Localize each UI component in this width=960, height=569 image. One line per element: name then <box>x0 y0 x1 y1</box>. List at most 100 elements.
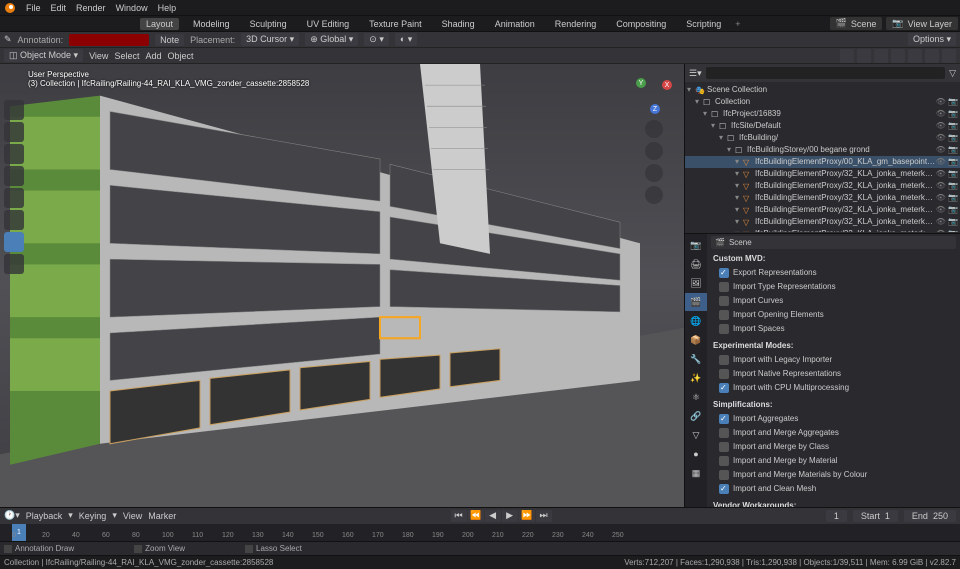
menu-view[interactable]: View <box>89 51 108 61</box>
checkbox-row[interactable]: Import and Merge Aggregates <box>711 426 956 440</box>
menu-help[interactable]: Help <box>158 3 177 13</box>
placement-select[interactable]: 3D Cursor ▾ <box>241 33 299 46</box>
prop-render-icon[interactable]: 📷 <box>685 236 707 254</box>
tree-row[interactable]: ▾▽IfcBuildingElementProxy/32_KLA_jonka_m… <box>685 204 960 216</box>
scene-header[interactable]: 🎬 Scene <box>711 236 956 249</box>
menu-render[interactable]: Render <box>76 3 106 13</box>
checkbox[interactable] <box>719 282 729 292</box>
checkbox-row[interactable]: Import and Clean Mesh <box>711 482 956 496</box>
checkbox[interactable] <box>719 414 729 424</box>
tool-cursor[interactable] <box>4 122 24 142</box>
outliner-tree[interactable]: ▾🎭Scene Collection▾☐Collection👁 📷▾☐IfcPr… <box>685 82 960 232</box>
tree-row[interactable]: ▾▽IfcBuildingElementProxy/32_KLA_jonka_m… <box>685 216 960 228</box>
tab-sculpting[interactable]: Sculpting <box>244 18 293 30</box>
tab-uv[interactable]: UV Editing <box>301 18 356 30</box>
prop-material-icon[interactable]: ● <box>685 445 707 463</box>
shading-matprev[interactable] <box>925 49 939 63</box>
checkbox[interactable] <box>719 456 729 466</box>
checkbox-row[interactable]: Export Representations <box>711 266 956 280</box>
prop-object-icon[interactable]: 📦 <box>685 331 707 349</box>
tool-move[interactable] <box>4 144 24 164</box>
menu-object[interactable]: Object <box>167 51 193 61</box>
tool-scale[interactable] <box>4 188 24 208</box>
annotation-color[interactable] <box>69 34 149 46</box>
tool-transform[interactable] <box>4 210 24 230</box>
keying-menu[interactable]: Keying <box>79 511 107 521</box>
shading-wire[interactable] <box>891 49 905 63</box>
mode-select[interactable]: ◫ Object Mode ▾ <box>4 49 83 62</box>
checkbox[interactable] <box>719 355 729 365</box>
outliner-search[interactable] <box>706 67 945 79</box>
xray-toggle[interactable] <box>874 49 888 63</box>
gizmo-toggle[interactable] <box>857 49 871 63</box>
prop-particle-icon[interactable]: ✨ <box>685 369 707 387</box>
checkbox[interactable] <box>719 484 729 494</box>
view-menu[interactable]: View <box>123 511 142 521</box>
tree-row[interactable]: ▾☐IfcBuilding/👁 📷 <box>685 132 960 144</box>
checkbox[interactable] <box>719 428 729 438</box>
menu-edit[interactable]: Edit <box>51 3 67 13</box>
tree-row[interactable]: ▾▽IfcBuildingElementProxy/32_KLA_jonka_m… <box>685 168 960 180</box>
options-button[interactable]: Options ▾ <box>908 33 956 46</box>
filter-icon[interactable]: ▽ <box>949 68 956 79</box>
keyframe-next-icon[interactable]: ⏩ <box>519 510 535 522</box>
checkbox[interactable] <box>719 310 729 320</box>
tree-row[interactable]: ▾☐Collection👁 📷 <box>685 96 960 108</box>
checkbox-row[interactable]: Import with Legacy Importer <box>711 353 956 367</box>
timeline-icon[interactable]: 🕐▾ <box>4 510 20 521</box>
checkbox-row[interactable]: Import with CPU Multiprocessing <box>711 381 956 395</box>
prop-texture-icon[interactable]: ▦ <box>685 464 707 482</box>
jump-start-icon[interactable]: ⏮ <box>451 510 467 522</box>
tree-row[interactable]: ▾☐IfcProject/16839👁 📷 <box>685 108 960 120</box>
3d-viewport[interactable]: User Perspective (3) Collection | IfcRai… <box>0 64 684 507</box>
menu-select[interactable]: Select <box>114 51 139 61</box>
checkbox-row[interactable]: Import Aggregates <box>711 412 956 426</box>
checkbox[interactable] <box>719 324 729 334</box>
prop-modifier-icon[interactable]: 🔧 <box>685 350 707 368</box>
tab-anim[interactable]: Animation <box>489 18 541 30</box>
axis-gizmo[interactable]: X Y Z <box>632 72 676 116</box>
pan-icon[interactable] <box>645 142 663 160</box>
tree-row[interactable]: ▾☐IfcBuildingStorey/00 begane grond👁 📷 <box>685 144 960 156</box>
note-field[interactable]: Note <box>155 34 184 46</box>
prop-scene-icon[interactable]: 🎬 <box>685 293 707 311</box>
play-icon[interactable]: ▶ <box>502 510 518 522</box>
tab-render[interactable]: Rendering <box>549 18 603 30</box>
tree-row[interactable]: ▾☐IfcSite/Default👁 📷 <box>685 120 960 132</box>
proportional-toggle[interactable]: ◐ ▾ <box>395 33 417 46</box>
tab-modeling[interactable]: Modeling <box>187 18 236 30</box>
tab-layout[interactable]: Layout <box>140 18 179 30</box>
tree-row[interactable]: ▾▽IfcBuildingElementProxy/00_KLA_gm_base… <box>685 156 960 168</box>
timeline-ruler[interactable]: 1 02040608010011012013014015016017018019… <box>0 524 960 541</box>
checkbox-row[interactable]: Import Opening Elements <box>711 308 956 322</box>
tool-annotate[interactable] <box>4 232 24 252</box>
shading-rendered[interactable] <box>942 49 956 63</box>
checkbox[interactable] <box>719 470 729 480</box>
playback-menu[interactable]: Playback <box>26 511 63 521</box>
checkbox-row[interactable]: Import Spaces <box>711 322 956 336</box>
zoom-icon[interactable] <box>645 120 663 138</box>
checkbox-row[interactable]: Import Native Representations <box>711 367 956 381</box>
keyframe-prev-icon[interactable]: ⏪ <box>468 510 484 522</box>
menu-add[interactable]: Add <box>145 51 161 61</box>
overlay-toggle[interactable] <box>840 49 854 63</box>
marker-menu[interactable]: Marker <box>148 511 176 521</box>
shading-solid[interactable] <box>908 49 922 63</box>
menu-window[interactable]: Window <box>116 3 148 13</box>
jump-end-icon[interactable]: ⏭ <box>536 510 552 522</box>
tab-texpaint[interactable]: Texture Paint <box>363 18 428 30</box>
checkbox[interactable] <box>719 296 729 306</box>
checkbox-row[interactable]: Import and Merge by Class <box>711 440 956 454</box>
prop-constraint-icon[interactable]: 🔗 <box>685 407 707 425</box>
tree-row[interactable]: ▾▽IfcBuildingElementProxy/32_KLA_jonka_m… <box>685 228 960 232</box>
tool-measure[interactable] <box>4 254 24 274</box>
prop-output-icon[interactable]: 🖨 <box>685 255 707 273</box>
persp-icon[interactable] <box>645 186 663 204</box>
checkbox-row[interactable]: Import Type Representations <box>711 280 956 294</box>
play-rev-icon[interactable]: ◀ <box>485 510 501 522</box>
checkbox[interactable] <box>719 383 729 393</box>
checkbox-row[interactable]: Import and Merge Materials by Colour <box>711 468 956 482</box>
checkbox[interactable] <box>719 268 729 278</box>
tool-rotate[interactable] <box>4 166 24 186</box>
outliner-mode-icon[interactable]: ☰▾ <box>689 68 702 79</box>
